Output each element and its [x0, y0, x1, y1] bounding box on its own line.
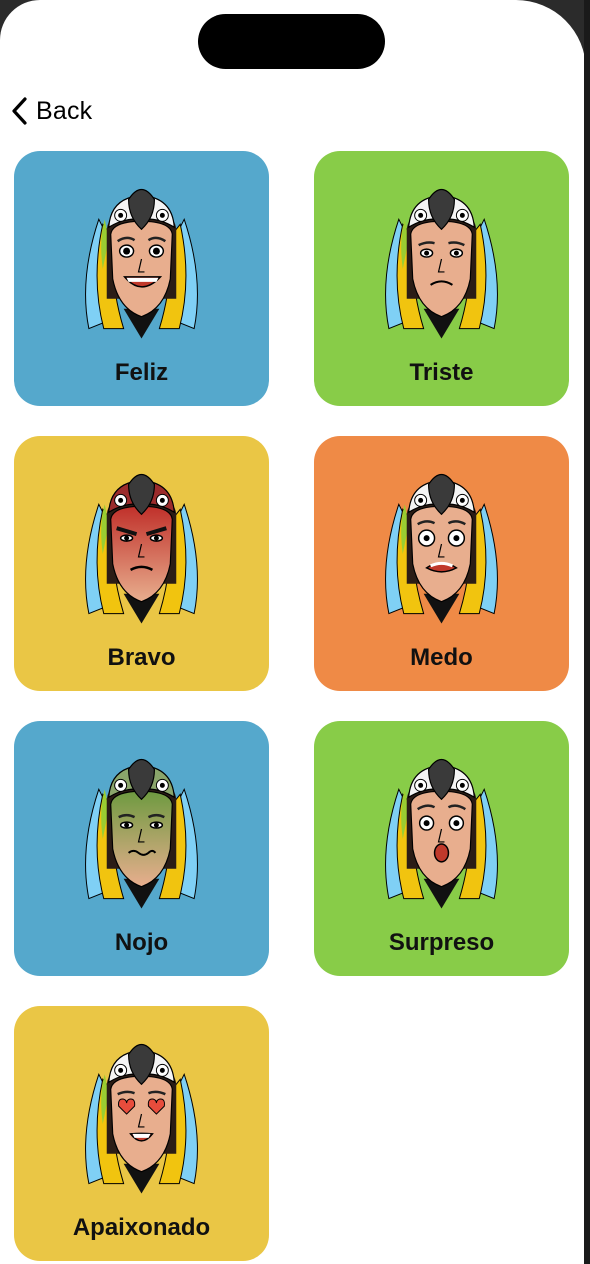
emotion-card-happy[interactable]: Feliz [14, 151, 269, 406]
mascot-face-icon [85, 473, 198, 624]
emotion-card-disgusted[interactable]: Nojo [14, 721, 269, 976]
emotion-label: Surpreso [388, 929, 495, 956]
emotion-label: Bravo [107, 644, 176, 671]
emotion-card-in-love[interactable]: Apaixonado [14, 1006, 269, 1261]
app-screen: Back Feliz Triste Bravo Medo Nojo Surpre… [0, 0, 586, 1264]
back-button[interactable]: Back [10, 92, 92, 130]
emotion-card-surprised[interactable]: Surpreso [314, 721, 569, 976]
mascot-face-icon [385, 758, 498, 909]
device-bezel [584, 0, 590, 1264]
emotion-card-scared[interactable]: Medo [314, 436, 569, 691]
emotion-card-sad[interactable]: Triste [314, 151, 569, 406]
mascot-face-icon [385, 473, 498, 624]
emotion-label: Nojo [114, 929, 169, 956]
emotion-label: Triste [409, 359, 474, 386]
emotion-label: Feliz [114, 359, 169, 386]
emotion-card-angry[interactable]: Bravo [14, 436, 269, 691]
mascot-face-icon [385, 188, 498, 339]
mascot-face-icon [85, 188, 198, 339]
emotion-label: Medo [410, 644, 473, 671]
mascot-face-icon [85, 1043, 198, 1194]
chevron-left-icon [12, 97, 27, 125]
dynamic-island [198, 14, 385, 69]
back-label: Back [36, 96, 93, 125]
emotion-label: Apaixonado [72, 1214, 211, 1241]
mascot-face-icon [85, 758, 198, 909]
